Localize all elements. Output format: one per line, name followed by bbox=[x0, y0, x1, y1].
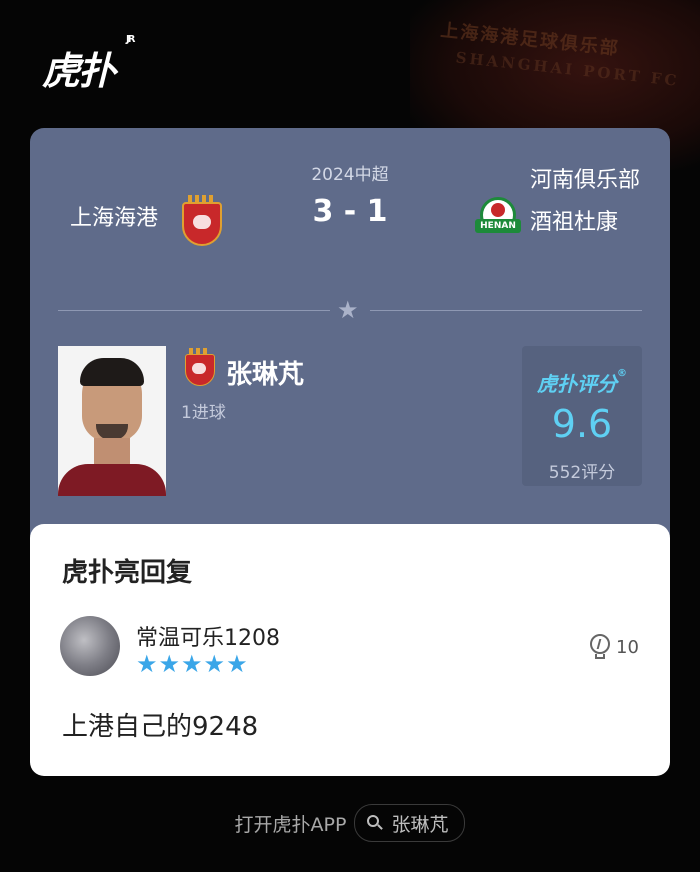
divider-left bbox=[58, 310, 330, 311]
hupu-logo: 虎扑 JR bbox=[42, 34, 136, 95]
away-badge-text: HENAN bbox=[475, 219, 521, 233]
player-name: 张琳芃 bbox=[226, 360, 305, 390]
star-icon: ★ bbox=[337, 296, 359, 324]
rating-brand-text: 虎扑评分 bbox=[537, 372, 617, 396]
reply-comment: 上港自己的9248 bbox=[62, 712, 259, 742]
player-stat: 1进球 bbox=[181, 403, 226, 423]
rating-count: 552评分 bbox=[548, 463, 616, 483]
reply-card[interactable]: 虎扑亮回复 常温可乐1208 ★★★★★ 10 上港自己的9248 bbox=[30, 524, 670, 776]
search-icon bbox=[367, 815, 384, 831]
avatar[interactable] bbox=[60, 616, 120, 676]
away-team-name: 河南俱乐部酒祖杜康 bbox=[530, 168, 641, 235]
reply-user-name[interactable]: 常温可乐1208 bbox=[136, 620, 280, 652]
rating-value: 9.6 bbox=[551, 402, 613, 446]
rating-brand: 虎扑评分® bbox=[522, 368, 642, 397]
match-card[interactable]: 上海海港 2024中超 3 - 1 HENAN 河南俱乐部酒祖杜康 ★ 张琳芃 … bbox=[30, 128, 670, 548]
player-photo bbox=[58, 346, 166, 496]
like-button[interactable]: 10 bbox=[590, 634, 639, 660]
player-team-badge-icon bbox=[185, 348, 215, 386]
logo-text: 虎扑 bbox=[42, 49, 116, 93]
search-term: 张琳芃 bbox=[391, 813, 449, 836]
rating-stars: ★★★★★ bbox=[136, 650, 249, 678]
rating-box[interactable]: 虎扑评分® 9.6 552评分 bbox=[522, 346, 642, 486]
like-count: 10 bbox=[616, 636, 639, 658]
logo-superscript: JR bbox=[126, 34, 136, 45]
footer: 打开虎扑APP 张琳芃 bbox=[0, 804, 700, 842]
divider-right bbox=[370, 310, 642, 311]
registered-mark: ® bbox=[617, 368, 627, 379]
search-chip[interactable]: 张琳芃 bbox=[354, 804, 466, 842]
open-app-link[interactable]: 打开虎扑APP bbox=[235, 810, 347, 837]
reply-title: 虎扑亮回复 bbox=[62, 558, 193, 588]
away-team-badge-icon: HENAN bbox=[475, 197, 521, 237]
lightbulb-icon bbox=[590, 634, 610, 660]
